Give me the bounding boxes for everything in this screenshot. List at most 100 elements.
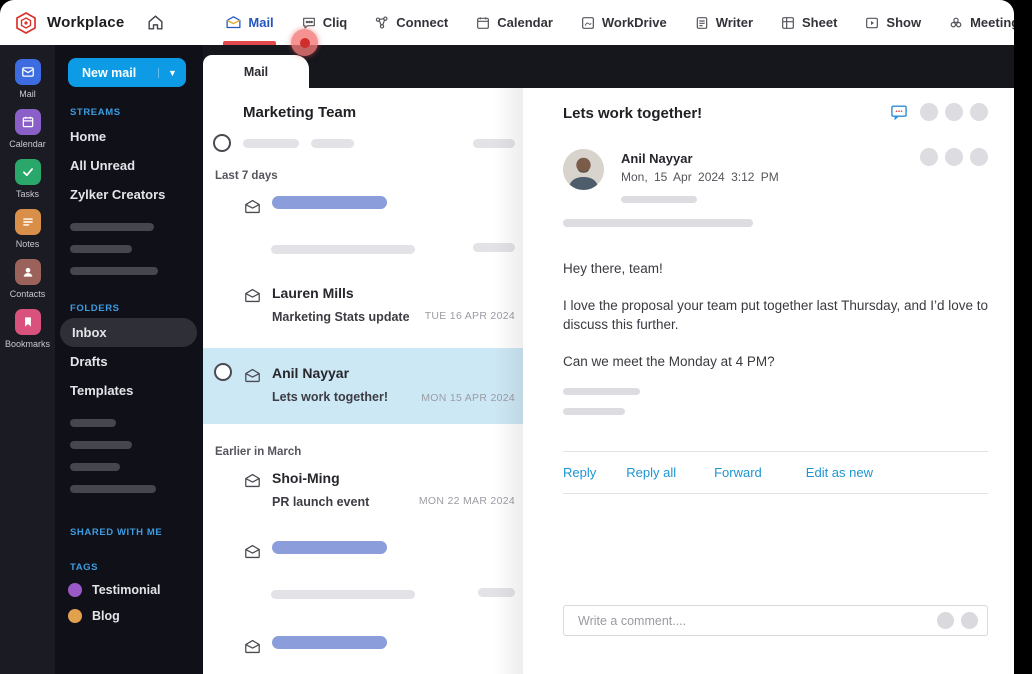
body-paragraph: I love the proposal your team put togeth… [563,297,988,333]
reply-all-link[interactable]: Reply all [626,465,676,480]
action-button-placeholder[interactable] [945,103,963,121]
nav-show[interactable]: Show [864,0,921,45]
reader-actions-row-2 [920,148,988,166]
recipient-skeleton-bar [621,196,697,203]
mail-row-lauren-mills[interactable]: Lauren Mills Marketing Stats update TUE … [203,273,523,336]
active-tab-underline [223,41,276,45]
toolbar-skeleton-bar [311,138,354,148]
nav-calendar-label: Calendar [497,15,553,30]
nav-mail-label: Mail [248,15,274,30]
sidebar-item-inbox[interactable]: Inbox [60,318,197,347]
tab-strip: Mail [203,45,1014,88]
streams-section-label: STREAMS [70,107,121,118]
nav-connect[interactable]: Connect [374,0,448,45]
nav-workdrive[interactable]: WorkDrive [580,0,667,45]
rail-label-notes: Notes [15,239,40,249]
reply-link[interactable]: Reply [563,465,596,480]
rail-label-calendar: Calendar [9,139,46,149]
brand-name: Workplace [47,14,125,31]
mail-row-skeleton[interactable] [203,531,523,604]
rail-item-tasks[interactable]: Tasks [0,159,55,199]
mail-row-anil-nayyar[interactable]: Anil Nayyar Lets work together! MON 15 A… [203,348,523,424]
mail-sender: Lauren Mills [272,285,354,301]
nav-writer[interactable]: Writer [694,0,753,45]
workdrive-icon [580,15,596,31]
sent-datetime: Mon, 15 Apr 2024 3:12 PM [621,170,779,184]
mail-date: TUE 16 APR 2024 [424,310,515,322]
date-skeleton-bar [473,243,515,252]
signature-skeleton-bar [563,388,640,396]
content-area: Mail Marketing Team Last 7 days Lauren M… [203,45,1014,674]
date-skeleton-bar [478,588,515,597]
list-toolbar-skeleton [213,134,515,152]
nav-sheet-label: Sheet [802,15,838,30]
comment-box [563,605,988,636]
rail-label-bookmarks: Bookmarks [4,339,50,349]
mail-row-skeleton[interactable] [203,626,523,674]
nav-calendar[interactable]: Calendar [475,0,553,45]
top-bar: Workplace Mail Cliq Connect Calendar Wor… [0,0,1014,45]
body-paragraph: Can we meet the Monday at 4 PM? [563,353,775,369]
workplace-logo-icon [14,11,38,35]
edit-as-new-link[interactable]: Edit as new [806,465,873,480]
toolbar-skeleton-bar [473,138,515,148]
rail-item-calendar[interactable]: Calendar [0,109,55,149]
mail-row-skeleton[interactable] [203,186,523,259]
sidebar-skeleton-bar [70,223,154,231]
rail-item-notes[interactable]: Notes [0,209,55,249]
reading-pane: Lets work together! Anil Nayyar Mon, 15 … [523,88,1014,674]
rail-item-contacts[interactable]: Contacts [0,259,55,299]
rail-item-bookmarks[interactable]: Bookmarks [0,309,55,349]
sidebar-item-templates[interactable]: Templates [68,376,193,405]
nav-mail[interactable]: Mail [223,0,276,45]
nav-sheet[interactable]: Sheet [780,0,837,45]
new-mail-label: New mail [82,65,137,80]
tag-item-blog[interactable]: Blog [68,603,193,629]
mail-row-checkbox[interactable] [214,363,232,381]
signature-skeleton-bar [563,408,625,416]
list-section-label: Last 7 days [215,170,278,182]
mail-row-shoi-ming[interactable]: Shoi-Ming PR launch event MON 22 MAR 202… [203,462,523,521]
sidebar-item-home[interactable]: Home [68,122,193,151]
reader-actions-row-1 [889,102,988,122]
writer-icon [694,15,710,31]
sidebar-skeleton-bar [70,419,116,427]
action-button-placeholder[interactable] [920,148,938,166]
subject-skeleton-bar [272,196,387,209]
sidebar-item-drafts[interactable]: Drafts [68,347,193,376]
mail-app-icon [14,59,41,85]
list-title: Marketing Team [243,104,357,121]
app-screen: Workplace Mail Cliq Connect Calendar Wor… [0,0,1032,674]
tab-mail[interactable]: Mail [203,55,309,88]
nav-show-label: Show [886,15,922,30]
rail-item-mail[interactable]: Mail [0,59,55,99]
comment-action-placeholder[interactable] [961,612,978,629]
envelope-icon [243,286,262,324]
comment-input[interactable] [564,613,930,628]
action-button-placeholder[interactable] [970,148,988,166]
sender-name: Anil Nayyar [621,151,693,166]
app-rail: Mail Calendar Tasks Notes Contacts Bookm… [0,45,55,674]
envelope-icon [243,197,262,221]
action-button-placeholder[interactable] [970,103,988,121]
rail-label-mail: Mail [19,89,36,99]
blog-tag-label: Blog [92,609,120,623]
mail-date: MON 15 APR 2024 [421,392,515,404]
new-mail-chevron-down-icon[interactable]: ▼ [158,67,186,78]
tag-item-testimonial[interactable]: Testimonial [68,577,193,603]
action-button-placeholder[interactable] [945,148,963,166]
body-paragraph: Hey there, team! [563,261,663,276]
new-mail-button[interactable]: New mail ▼ [68,58,186,87]
forward-link[interactable]: Forward [714,465,762,480]
nav-meeting[interactable]: Meeting [948,0,1014,45]
comments-icon[interactable] [889,102,909,122]
mail-date: MON 22 MAR 2024 [418,495,515,507]
sidebar-item-zylker-creators[interactable]: Zylker Creators [68,180,193,209]
home-icon[interactable] [146,13,165,32]
select-all-checkbox[interactable] [213,134,231,152]
comment-action-placeholder[interactable] [937,612,954,629]
shared-with-me-label: SHARED WITH ME [70,527,163,538]
action-button-placeholder[interactable] [920,103,938,121]
meeting-icon [948,15,964,31]
sidebar-item-all-unread[interactable]: All Unread [68,151,193,180]
